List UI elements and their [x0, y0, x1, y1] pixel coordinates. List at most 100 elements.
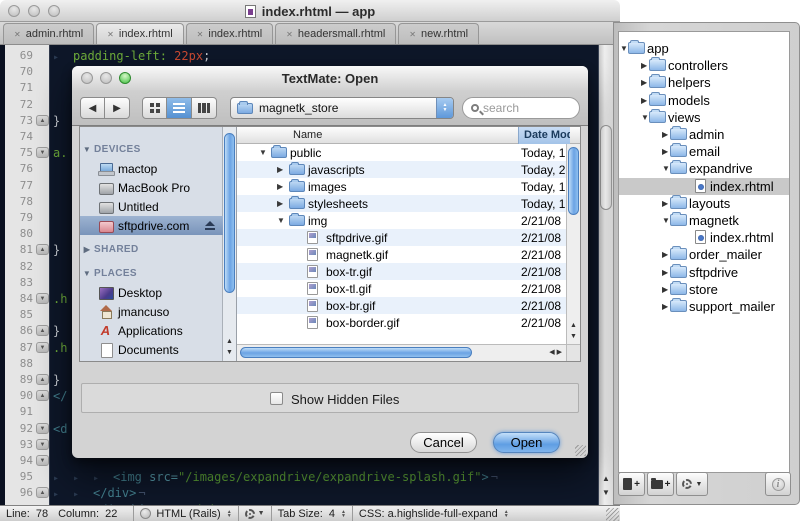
- tree-item-expandrive-7[interactable]: ▼expandrive: [619, 160, 789, 177]
- scrollbar-thumb[interactable]: [600, 125, 612, 210]
- file-row-sftpdrive-gif[interactable]: sftpdrive.gif2/21/08: [237, 229, 568, 246]
- info-button[interactable]: i: [765, 472, 791, 496]
- back-button[interactable]: ◀: [80, 97, 105, 119]
- sidebar-section-shared[interactable]: ▶SHARED: [80, 240, 220, 259]
- disclosure-open-icon[interactable]: ▼: [662, 216, 670, 225]
- tab-close-icon[interactable]: ✕: [197, 30, 204, 39]
- editor-tab-4[interactable]: ✕new.rhtml: [398, 23, 479, 44]
- disclosure-closed-icon[interactable]: ▶: [641, 61, 647, 70]
- disclosure-open-icon[interactable]: ▼: [620, 44, 628, 53]
- fold-marker-icon[interactable]: ▲: [36, 325, 49, 336]
- tab-size-popup[interactable]: Tab Size: 4 ▲▼: [272, 506, 353, 521]
- file-row-magnetk-gif[interactable]: magnetk.gif2/21/08: [237, 246, 568, 263]
- sidebar-item-applications[interactable]: AApplications: [80, 321, 220, 340]
- editor-tab-3[interactable]: ✕headersmall.rhtml: [275, 23, 396, 44]
- tree-item-index-rhtml-11[interactable]: index.rhtml: [619, 229, 789, 246]
- disclosure-closed-icon[interactable]: ▶: [277, 199, 283, 208]
- file-row-public[interactable]: ▼publicToday, 1: [237, 144, 568, 161]
- scrollbar-thumb[interactable]: [224, 133, 235, 293]
- sidebar-section-places[interactable]: ▼PLACES: [80, 264, 220, 283]
- fold-marker-icon[interactable]: ▲: [36, 115, 49, 126]
- resize-grip[interactable]: [606, 508, 619, 521]
- name-column-header[interactable]: Name: [293, 129, 322, 141]
- scrollbar-thumb[interactable]: [568, 147, 579, 215]
- fold-marker-icon[interactable]: ▲: [36, 390, 49, 401]
- show-hidden-checkbox[interactable]: [270, 392, 283, 405]
- list-view-button[interactable]: [167, 97, 192, 119]
- disclosure-open-icon[interactable]: ▼: [80, 145, 94, 154]
- tree-item-index-rhtml-8[interactable]: index.rhtml: [619, 178, 789, 195]
- fold-marker-icon[interactable]: ▲: [36, 374, 49, 385]
- disclosure-closed-icon[interactable]: ▶: [641, 96, 647, 105]
- new-folder-button[interactable]: +: [647, 472, 674, 496]
- fold-marker-icon[interactable]: ▲: [36, 244, 49, 255]
- tree-item-email-6[interactable]: ▶email: [619, 143, 789, 160]
- file-row-box-border-gif[interactable]: box-border.gif2/21/08: [237, 314, 568, 331]
- tab-close-icon[interactable]: ✕: [14, 30, 21, 39]
- tree-item-store-14[interactable]: ▶store: [619, 281, 789, 298]
- column-view-button[interactable]: [192, 97, 217, 119]
- scrollbar-arrows[interactable]: ◀ ▶: [549, 348, 562, 356]
- dialog-title-bar[interactable]: TextMate: Open: [72, 66, 588, 90]
- bundle-actions-button[interactable]: ▼: [239, 506, 272, 521]
- scrollbar-thumb[interactable]: [240, 347, 472, 358]
- disclosure-closed-icon[interactable]: ▶: [662, 250, 668, 259]
- sidebar-item-sftpdrive-com[interactable]: sftpdrive.com: [80, 216, 223, 235]
- date-column-header[interactable]: Date Modified: [518, 127, 570, 144]
- disclosure-closed-icon[interactable]: ▶: [641, 78, 647, 87]
- location-popup[interactable]: magnetk_store ▲▼: [230, 97, 454, 119]
- scrollbar-arrows[interactable]: ▲▼: [567, 320, 580, 342]
- tree-item-admin-5[interactable]: ▶admin: [619, 126, 789, 143]
- new-file-button[interactable]: +: [618, 472, 645, 496]
- tree-item-helpers-2[interactable]: ▶helpers: [619, 74, 789, 91]
- tree-item-magnetk-10[interactable]: ▼magnetk: [619, 212, 789, 229]
- sidebar-section-devices[interactable]: ▼DEVICES: [80, 140, 220, 159]
- file-row-box-br-gif[interactable]: box-br.gif2/21/08: [237, 297, 568, 314]
- editor-tab-2[interactable]: ✕index.rhtml: [186, 23, 274, 44]
- tree-item-controllers-1[interactable]: ▶controllers: [619, 57, 789, 74]
- tree-item-views-4[interactable]: ▼views: [619, 109, 789, 126]
- disclosure-open-icon[interactable]: ▼: [277, 216, 285, 225]
- fold-marker-icon[interactable]: ▲: [36, 487, 49, 498]
- editor-vertical-scrollbar[interactable]: ▲▼: [598, 45, 613, 505]
- file-row-javascripts[interactable]: ▶javascriptsToday, 2: [237, 161, 568, 178]
- tree-item-layouts-9[interactable]: ▶layouts: [619, 195, 789, 212]
- disclosure-closed-icon[interactable]: ▶: [662, 268, 668, 277]
- tree-item-order-mailer-12[interactable]: ▶order_mailer: [619, 246, 789, 263]
- search-field[interactable]: [462, 97, 580, 119]
- icon-view-button[interactable]: [142, 97, 167, 119]
- disclosure-closed-icon[interactable]: ▶: [277, 182, 283, 191]
- drawer-actions-button[interactable]: ▼: [676, 472, 708, 496]
- tree-item-models-3[interactable]: ▶models: [619, 92, 789, 109]
- sidebar-item-jmancuso[interactable]: jmancuso: [80, 302, 220, 321]
- disclosure-open-icon[interactable]: ▼: [259, 148, 267, 157]
- sidebar-item-untitled[interactable]: Untitled: [80, 197, 220, 216]
- fold-marker-icon[interactable]: ▼: [36, 423, 49, 434]
- dialog-resize-grip[interactable]: [575, 445, 586, 456]
- search-input[interactable]: [483, 101, 563, 115]
- disclosure-closed-icon[interactable]: ▶: [80, 245, 94, 254]
- fold-marker-icon[interactable]: ▼: [36, 293, 49, 304]
- disclosure-open-icon[interactable]: ▼: [641, 113, 649, 122]
- file-row-stylesheets[interactable]: ▶stylesheetsToday, 1: [237, 195, 568, 212]
- fold-marker-icon[interactable]: ▼: [36, 455, 49, 466]
- tab-close-icon[interactable]: ✕: [286, 30, 293, 39]
- editor-tab-1[interactable]: ✕index.rhtml: [96, 23, 184, 44]
- disclosure-open-icon[interactable]: ▼: [662, 164, 670, 173]
- language-popup[interactable]: HTML (Rails) ▲▼: [133, 506, 238, 521]
- file-row-img[interactable]: ▼img2/21/08: [237, 212, 568, 229]
- tree-item-sftpdrive-13[interactable]: ▶sftpdrive: [619, 264, 789, 281]
- file-list-vertical-scrollbar[interactable]: ▲▼: [566, 144, 580, 344]
- scrollbar-arrows[interactable]: ▲▼: [599, 472, 613, 500]
- disclosure-closed-icon[interactable]: ▶: [662, 130, 668, 139]
- file-row-images[interactable]: ▶imagesToday, 1: [237, 178, 568, 195]
- title-bar[interactable]: index.rhtml — app: [0, 0, 620, 22]
- disclosure-open-icon[interactable]: ▼: [80, 269, 94, 278]
- file-row-box-tl-gif[interactable]: box-tl.gif2/21/08: [237, 280, 568, 297]
- tab-close-icon[interactable]: ✕: [409, 30, 416, 39]
- fold-marker-icon[interactable]: ▼: [36, 439, 49, 450]
- cancel-button[interactable]: Cancel: [410, 432, 477, 453]
- scope-popup[interactable]: CSS: a.highslide-full-expand ▲▼: [353, 506, 515, 521]
- fold-marker-icon[interactable]: ▼: [36, 342, 49, 353]
- tree-item-support-mailer-15[interactable]: ▶support_mailer: [619, 298, 789, 315]
